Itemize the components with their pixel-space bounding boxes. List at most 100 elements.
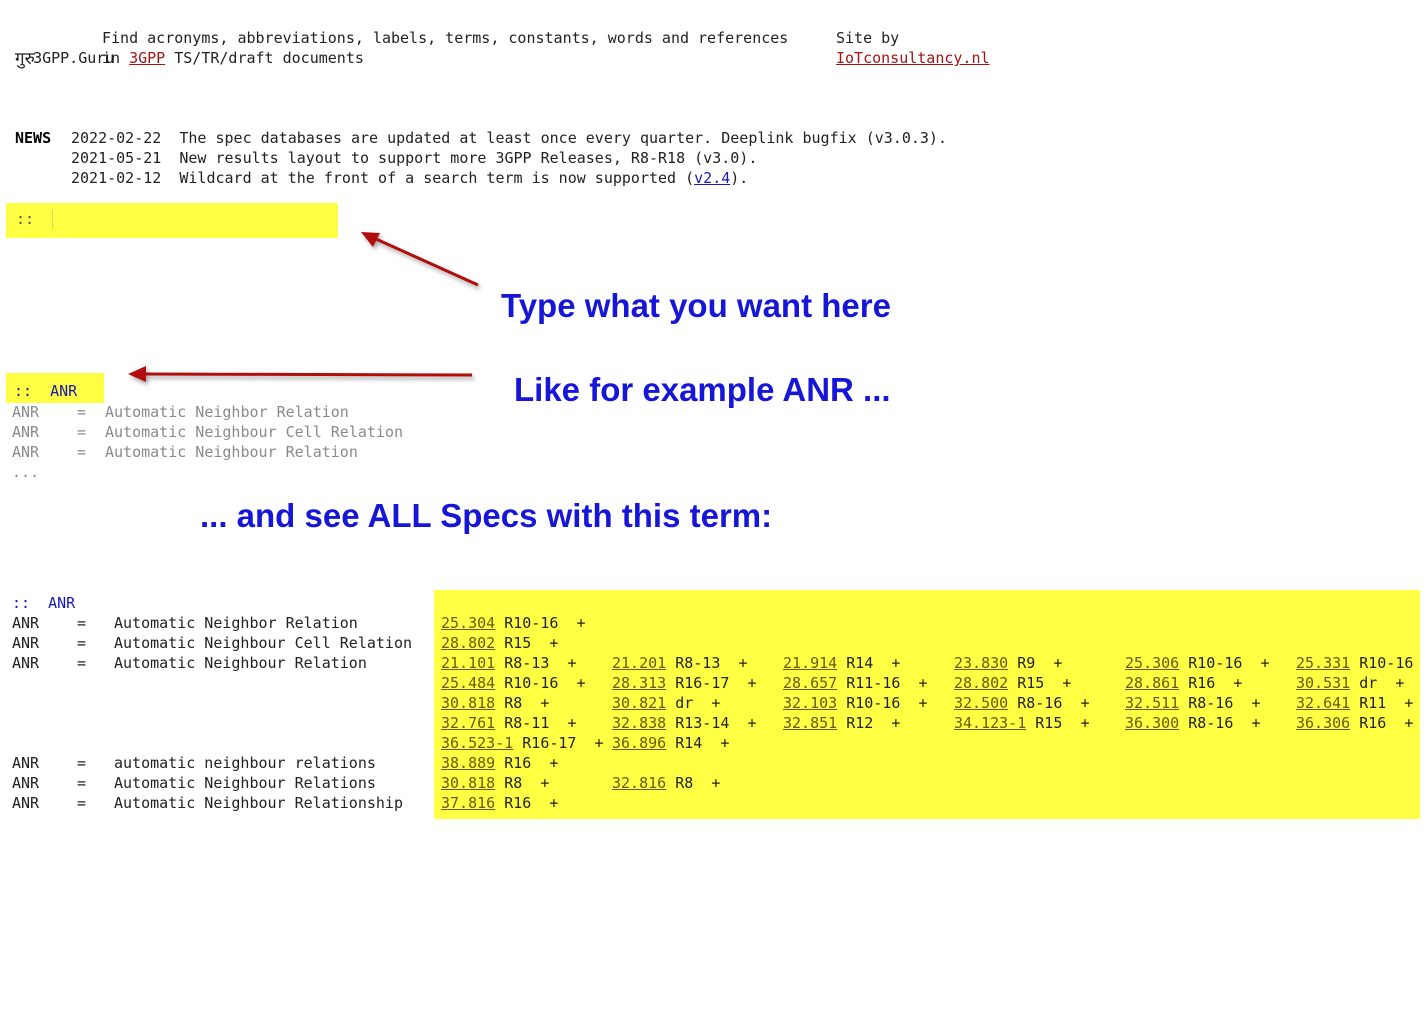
expand-plus-icon[interactable]: + [1251,694,1260,712]
expand-plus-icon[interactable]: + [918,674,927,692]
expand-plus-icon[interactable]: + [1404,694,1413,712]
expand-plus-icon[interactable]: + [1260,654,1269,672]
spec-link[interactable]: 21.101 [441,654,495,672]
spec-link[interactable]: 37.816 [441,794,495,812]
spec-link[interactable]: 30.531 [1296,674,1350,692]
v24-link[interactable]: v2.4 [694,169,730,187]
spec-link[interactable]: 36.523-1 [441,734,513,752]
iotconsultancy-link[interactable]: IoTconsultancy.nl [836,48,990,68]
spec-link[interactable]: 32.838 [612,714,666,732]
expand-plus-icon[interactable]: + [549,794,558,812]
spec-release: R16 [1359,714,1387,732]
spec-link[interactable]: 32.500 [954,694,1008,712]
expand-plus-icon[interactable]: + [1080,714,1089,732]
spec-link[interactable]: 36.896 [612,734,666,752]
expand-plus-icon[interactable]: + [549,754,558,772]
spec-link[interactable]: 30.818 [441,774,495,792]
spec-entry: 30.818 R8 + [441,693,549,713]
expand-plus-icon[interactable]: + [711,694,720,712]
spec-entry: 23.830 R9 + [954,653,1062,673]
news-item-2: 2021-05-21 New results layout to support… [71,148,757,168]
search-input[interactable] [54,208,328,232]
spec-link[interactable]: 28.313 [612,674,666,692]
spec-link[interactable]: 30.818 [441,694,495,712]
example-search-bar[interactable]: :: ANR [6,373,104,403]
expand-plus-icon[interactable]: + [1080,694,1089,712]
spec-entry: 32.816 R8 + [612,773,720,793]
expand-plus-icon[interactable]: + [747,714,756,732]
spec-link[interactable]: 28.861 [1125,674,1179,692]
expand-plus-icon[interactable]: + [567,654,576,672]
tagline-line2: in 3GPP TS/TR/draft documents [102,49,364,67]
expand-plus-icon[interactable]: + [567,714,576,732]
expand-plus-icon[interactable]: + [1395,674,1404,692]
search-bar[interactable]: :: [6,203,338,238]
spec-link[interactable]: 32.761 [441,714,495,732]
expand-plus-icon[interactable]: + [540,694,549,712]
spec-link[interactable]: 36.300 [1125,714,1179,732]
spec-release: R10-16 [504,674,559,692]
suggestion-expansion[interactable]: Automatic Neighbour Relation [105,442,358,462]
spec-link[interactable]: 21.914 [783,654,837,672]
arrow-icon [128,366,473,382]
suggestion-eq: = [77,423,87,441]
spec-link[interactable]: 28.657 [783,674,837,692]
spec-entry: 25.484 R10-16 + [441,673,586,693]
spec-link[interactable]: 36.306 [1296,714,1350,732]
expand-plus-icon[interactable]: + [576,614,585,632]
suggestion-item[interactable]: ANR [12,422,39,442]
spec-release: R14 [846,654,874,672]
spec-link[interactable]: 25.304 [441,614,495,632]
spec-link[interactable]: 32.511 [1125,694,1179,712]
suggestion-item[interactable]: ANR [12,402,39,422]
expand-plus-icon[interactable]: + [891,654,900,672]
spec-release: R15 [504,634,532,652]
logo-hindi: गुरु [15,49,35,69]
expand-plus-icon[interactable]: + [576,674,585,692]
spec-link[interactable]: 32.851 [783,714,837,732]
expand-plus-icon[interactable]: + [1233,674,1242,692]
spec-entry: 36.306 R16 + [1296,713,1413,733]
news-text: Wildcard at the front of a search term i… [179,169,695,187]
expand-plus-icon[interactable]: + [747,674,756,692]
expand-plus-icon[interactable]: + [595,734,604,752]
suggestion-item[interactable]: ANR [12,442,39,462]
suggestion-expansion[interactable]: Automatic Neighbour Cell Relation [105,422,403,442]
spec-release: R8-16 [1188,694,1234,712]
3gpp-link[interactable]: 3GPP [129,49,165,67]
spec-release: R10-16 [1359,654,1414,672]
expand-plus-icon[interactable]: + [720,734,729,752]
spec-link[interactable]: 30.821 [612,694,666,712]
expand-plus-icon[interactable]: + [1404,714,1413,732]
spec-link[interactable]: 32.816 [612,774,666,792]
expand-plus-icon[interactable]: + [711,774,720,792]
suggestion-eq: = [77,403,87,421]
spec-release: R8 [504,774,523,792]
spec-link[interactable]: 25.306 [1125,654,1179,672]
expand-plus-icon[interactable]: + [540,774,549,792]
expand-plus-icon[interactable]: + [1251,714,1260,732]
suggestion-expansion[interactable]: Automatic Neighbor Relation [105,402,349,422]
spec-link[interactable]: 23.830 [954,654,1008,672]
expand-plus-icon[interactable]: + [918,694,927,712]
spec-release: R9 [1017,654,1036,672]
expand-plus-icon[interactable]: + [738,654,747,672]
spec-link[interactable]: 21.201 [612,654,666,672]
spec-link[interactable]: 32.103 [783,694,837,712]
callout-see-all: ... and see ALL Specs with this term: [200,497,773,534]
spec-link[interactable]: 34.123-1 [954,714,1026,732]
expand-plus-icon[interactable]: + [1053,654,1062,672]
result-eq: = [77,614,87,632]
expand-plus-icon[interactable]: + [891,714,900,732]
expand-plus-icon[interactable]: + [549,634,558,652]
spec-entry: 36.896 R14 + [612,733,729,753]
result-abbr: ANR [12,754,40,772]
spec-link[interactable]: 25.331 [1296,654,1350,672]
expand-plus-icon[interactable]: + [1062,674,1071,692]
spec-link[interactable]: 28.802 [441,634,495,652]
spec-link[interactable]: 25.484 [441,674,495,692]
spec-entry: 37.816 R16 + [441,793,558,813]
spec-link[interactable]: 38.889 [441,754,495,772]
spec-link[interactable]: 32.641 [1296,694,1350,712]
spec-link[interactable]: 28.802 [954,674,1008,692]
